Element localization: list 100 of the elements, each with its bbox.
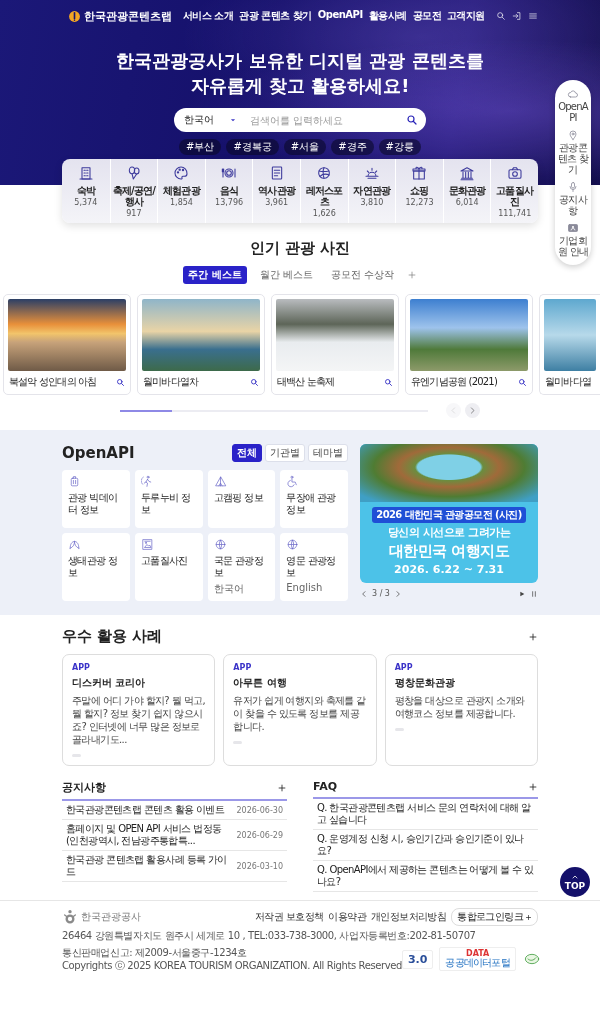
search-bar[interactable]: 한국어 검색어를 입력하세요 [174,108,426,133]
palette-icon[interactable] [173,165,190,182]
ball-icon[interactable] [316,165,333,182]
api-card[interactable]: 관광 빅데이터 정보 [62,470,130,529]
quick-menu-link[interactable]: 공지사항 [556,194,590,216]
search-icon[interactable] [496,11,506,21]
footer-link[interactable]: 저작권 보호정책 [255,910,324,925]
tab[interactable]: 공모전 수상작 [325,266,399,285]
photo-card[interactable]: 월미바다열 [539,294,600,396]
photo-card[interactable]: 월미바다열차 [137,294,265,396]
logo-icon [62,909,78,926]
menu-icon[interactable] [528,11,538,21]
tab[interactable]: 월간 베스트 [254,266,318,285]
hashtag-chip[interactable]: #강릉 [378,139,421,156]
platform-label: APP [394,663,413,673]
api-card[interactable]: 국문 관광정보 한국어 [207,533,276,602]
case-card[interactable]: APP 디스커버 코리아 주말에 어디 가야 할지? 뭘 먹고, 뭘 할지? 정보 찾기 쉽지 않으시죠? 인터넷에 너무 많은 정보로 골라내기도... [62,654,216,767]
api-card[interactable]: 영문 관광정보 English [280,533,348,602]
quick-menu-link[interactable]: 기업회원 안내 [556,235,590,257]
filter-tab[interactable]: 기관별 [265,444,305,463]
filter-tab[interactable]: 테마별 [308,444,348,463]
photo-card[interactable]: 북설악 성인대의 아침 [3,294,131,396]
nav-link[interactable]: 서비스 소개 [182,9,234,23]
category-link[interactable]: 고품질사진 [492,185,537,208]
hashtag-chip[interactable]: #경복궁 [226,139,279,156]
case-description: 유저가 쉽게 여행지와 축제를 같이 찾을 수 있도록 정보를 제공합니다. [233,694,367,734]
api-card[interactable]: 생태관광 정보 [62,533,130,602]
section-title: 인기 관광 사진 [249,239,351,259]
play-icon[interactable] [518,589,526,598]
api-card[interactable]: 고캠핑 정보 [207,470,276,529]
category-link[interactable]: 자연관광 [353,185,391,197]
category-link[interactable]: 축제/공연/행사 [111,185,157,208]
search-icon[interactable] [384,377,393,387]
tab[interactable]: 주간 베스트 [183,266,247,285]
nav-link[interactable]: 관광 콘텐츠 찾기 [239,9,312,23]
integrated-login-button[interactable]: 통합로그인링크 [451,908,538,927]
language-select[interactable]: 한국어 [184,113,238,128]
nav-link[interactable]: 고객지원 [446,9,485,23]
category-link[interactable]: 음식 [219,185,239,197]
sun-icon[interactable] [363,165,380,182]
hashtag-chip[interactable]: #서울 [283,139,327,156]
site-logo-text[interactable]: 한국관광콘텐츠랩 [84,8,172,24]
filter-tab[interactable]: 전체 [232,444,262,463]
notice-link[interactable]: 한국관광 콘텐츠랩 활용사례 등록 가이드 [66,854,231,879]
plus-icon[interactable] [528,781,538,792]
category-count: 3,961 [265,198,289,208]
notice-link[interactable]: 한국관광콘텐츠랩 콘텐츠 활용 이벤트 [66,804,225,817]
pause-icon[interactable] [530,589,538,598]
hashtag-chip[interactable]: #경주 [331,139,374,156]
category-count: 917 [126,209,142,219]
category-link[interactable]: 쇼핑 [410,185,429,197]
columns-building-icon[interactable] [459,165,476,182]
category-link[interactable]: 숙박 [76,185,95,197]
faq-link[interactable]: Q. 한국관광콘텐츠랩 서비스 문의 연락처에 대해 알고 싶습니다 [317,802,534,827]
search-icon[interactable] [406,114,418,127]
footer-link[interactable]: 개인정보처리방침 [371,910,447,925]
id-card-icon [567,222,579,234]
nav-link[interactable]: OpenAPI [317,9,363,23]
plus-icon[interactable] [277,782,287,793]
api-card[interactable]: 무장애 관광정보 [280,470,348,529]
photo-card[interactable]: 유엔기념공원 (2021) [405,294,533,396]
api-card[interactable]: 고품질사진 [134,533,203,602]
login-icon[interactable] [512,11,522,21]
api-card[interactable]: 두루누비 정보 [134,470,203,529]
search-icon[interactable] [250,377,259,387]
globe-icon [286,538,300,552]
photo-caption: 월미바다열차 [143,375,199,390]
case-card[interactable]: APP 평창문화관광 평창을 대상으로 관광지 소개와 여행코스 정보를 제공합니다. [384,654,538,767]
search-field[interactable]: 검색어를 입력하세요 [248,113,406,127]
leaf-icon [68,538,81,552]
faq-link[interactable]: Q. OpenAPI에서 제공하는 콘텐츠는 어떻게 볼 수 있나요? [317,864,534,889]
api-name: 고캠핑 정보 [213,492,265,504]
notice-link[interactable]: 홈페이지 및 OPEN API 서비스 법정동(인천광역시, 전남광주통합특... [66,823,231,848]
category-count: 6,014 [455,198,479,208]
category-link[interactable]: 역사관광 [258,185,296,197]
search-icon[interactable] [518,377,527,387]
notice-date: 2026-06-29 [236,830,283,840]
search-icon[interactable] [116,377,125,387]
photo-card[interactable]: 태백산 눈축제 [271,294,399,396]
quick-menu-link[interactable]: 관광콘텐츠 찾기 [556,142,590,175]
gift-icon[interactable] [411,165,428,182]
category-link[interactable]: 문화관광 [448,185,486,197]
banner[interactable]: 2026 대한민국 관광공모전 (사진) 당신의 시선으로 그려가는 대한민국 여행지도 2026. 6.22 ~ 7.31 [360,444,538,584]
category-link[interactable]: 체험관광 [163,185,200,197]
nav-link[interactable]: 공모전 [412,9,442,23]
category-count: 12,273 [405,198,434,208]
top-button[interactable]: TOP [560,867,590,898]
nav-link[interactable]: 활용사례 [368,9,407,23]
plus-icon[interactable] [528,631,538,642]
category-link[interactable]: 레저스포츠 [302,185,347,208]
case-card[interactable]: APP 아무튼 여행 유저가 쉽게 여행지와 축제를 같이 찾을 수 있도록 정보를 제공합니다. [223,654,377,767]
building-icon[interactable] [77,165,94,182]
quick-menu-link[interactable]: OpenAPI [556,101,590,123]
hashtag-chip[interactable]: #부산 [179,139,222,156]
plus-icon [525,913,532,921]
faq-link[interactable]: Q. 운영계정 신청 시, 승인기간과 승인기준이 있나요? [317,833,534,858]
tent-icon [213,475,227,489]
category-count: 111,741 [498,209,532,219]
footer-link[interactable]: 이용약관 [328,910,366,925]
camera-icon[interactable] [506,165,523,182]
